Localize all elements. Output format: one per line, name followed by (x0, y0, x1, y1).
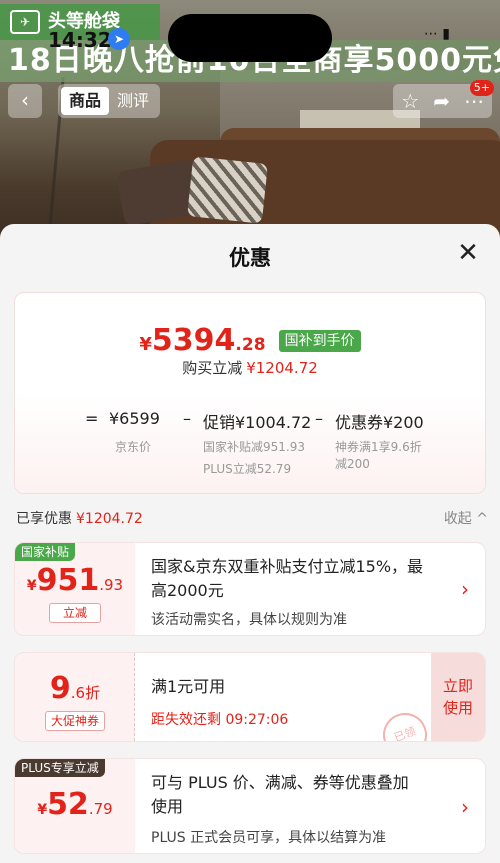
final-price: ¥5394.28 (139, 323, 265, 358)
subsidy-title: 国家&京东双重补贴支付立减15%，最 高2000元 (151, 555, 423, 603)
dynamic-island (168, 14, 332, 62)
enjoyed-discount-row: 已享优惠 ¥1204.72 收起 ^ (16, 508, 488, 528)
discount-sheet: 优惠 ✕ ¥5394.28 国补到手价 购买立减 ¥1204.72 = ¥6599… (0, 224, 500, 863)
close-button[interactable]: ✕ (456, 240, 480, 266)
claimed-stamp: 已领 (376, 706, 434, 741)
product-tabs: 商品 测评 (58, 84, 161, 118)
status-indicators: ⋯ ▮ (423, 26, 450, 42)
subsidy-title-line2: 高2000元 (151, 581, 224, 600)
purchase-reduction-row: 购买立减 ¥1204.72 (15, 357, 485, 378)
instant-reduce-label: 立减 (49, 603, 101, 623)
formula-minus-2: – (315, 409, 323, 428)
use-now-line1: 立即 (442, 677, 473, 695)
plus-amount-currency: ¥ (37, 802, 48, 818)
final-price-integer: 5394 (151, 323, 236, 358)
favorite-star-icon[interactable]: ☆ (401, 84, 419, 118)
price-breakdown-card: ¥5394.28 国补到手价 购买立减 ¥1204.72 = ¥6599 – 促销… (14, 292, 486, 494)
coupon-discount: 9.6折 (15, 671, 135, 706)
formula-jd-price: ¥6599 (109, 409, 160, 428)
tab-review[interactable]: 测评 (109, 87, 157, 115)
product-navbar: ‹ 商品 测评 ☆ ➦ ⋯ 5+ (0, 80, 500, 120)
subsidy-amount-decimal: .93 (99, 576, 124, 594)
plane-icon: ✈ (10, 10, 40, 34)
formula-minus-1: – (183, 409, 191, 428)
plus-exclusive-tag: PLUS专享立减 (15, 759, 105, 777)
plus-title: 可与 PLUS 价、满减、券等优惠叠加 使用 (151, 771, 409, 819)
discount-card-national-subsidy[interactable]: 国家补贴 ¥951.93 立减 国家&京东双重补贴支付立减15%，最 高2000… (14, 542, 486, 636)
coupon-sub-line2: 减200 (335, 457, 370, 471)
promo-sub-national: 国家补贴减951.93 (203, 440, 305, 454)
reduction-label: 购买立减 (182, 359, 243, 377)
coupon-sub-line1: 神券满1享9.6折 (335, 440, 422, 454)
plus-title-line1: 可与 PLUS 价、满减、券等优惠叠加 (151, 773, 409, 792)
plus-desc: PLUS 正式会员可享，具体以结算为准 (151, 830, 387, 846)
pillow-pattern (187, 156, 268, 224)
chevron-right-icon: › (461, 795, 469, 819)
subsidy-amount-currency: ¥ (26, 578, 37, 594)
subsidy-title-line1: 国家&京东双重补贴支付立减15%，最 (151, 557, 424, 576)
sheet-title: 优惠 (229, 246, 271, 270)
back-button[interactable]: ‹ (8, 84, 42, 118)
formula-coupon: 优惠券¥200 (335, 413, 424, 432)
message-count-badge: 5+ (469, 80, 494, 96)
plus-amount-integer: 52 (47, 787, 89, 822)
promo-sub-plus: PLUS立减52.79 (203, 462, 292, 476)
final-price-decimal: .28 (235, 335, 266, 355)
share-icon[interactable]: ➦ (433, 84, 450, 118)
final-price-row: ¥5394.28 国补到手价 (15, 323, 485, 358)
subsidy-amount: ¥951.93 (15, 563, 135, 598)
collapse-button[interactable]: 收起 ^ (444, 508, 488, 528)
discount-card-plus[interactable]: PLUS专享立减 ¥52.79 可与 PLUS 价、满减、券等优惠叠加 使用 P… (14, 758, 486, 854)
national-subsidy-tag: 国家补贴 (15, 543, 76, 561)
plus-amount: ¥52.79 (15, 787, 135, 822)
chevron-right-icon: › (461, 577, 469, 601)
plus-title-line2: 使用 (151, 797, 184, 816)
coupon-discount-decimal: .6折 (70, 684, 101, 702)
reduction-amount: ¥1204.72 (246, 359, 318, 377)
tab-product[interactable]: 商品 (61, 87, 110, 115)
enjoyed-amount: ¥1204.72 (76, 511, 143, 527)
formula-promo: 促销¥1004.72 (203, 413, 312, 432)
discount-card-coupon[interactable]: 9.6折 大促神券 满1元可用 距失效还剩 09:27:06 已领 立即 使用 (14, 652, 486, 742)
nav-actions: ☆ ➦ ⋯ 5+ (393, 80, 494, 118)
status-time: 14:32 (48, 28, 112, 52)
formula-equals: = (85, 409, 99, 428)
jd-price-label: 京东价 (115, 440, 152, 454)
mega-coupon-label: 大促神券 (45, 711, 105, 731)
use-now-line2: 使用 (442, 699, 473, 717)
subsidy-amount-integer: 951 (36, 563, 100, 598)
final-price-currency: ¥ (139, 334, 152, 355)
coupon-countdown: 距失效还剩 09:27:06 (151, 712, 289, 728)
enjoyed-label: 已享优惠 (16, 511, 72, 527)
coupon-title: 满1元可用 (151, 677, 226, 696)
coupon-discount-integer: 9 (49, 671, 71, 706)
plus-amount-decimal: .79 (88, 800, 113, 818)
subsidy-desc: 该活动需实名，具体以规则为准 (151, 612, 347, 628)
use-now-button[interactable]: 立即 使用 (431, 653, 485, 741)
location-arrow-icon: ➤ (108, 28, 130, 50)
subsidy-price-tag: 国补到手价 (278, 329, 361, 352)
